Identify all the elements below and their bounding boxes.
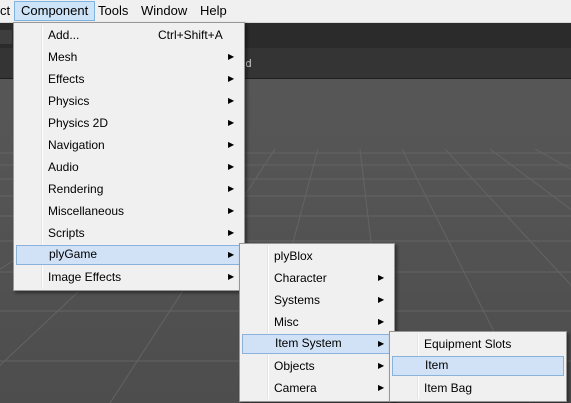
submenu-arrow-icon: ▶ <box>228 74 235 83</box>
submenu-arrow-icon: ▶ <box>228 96 235 105</box>
menu-help[interactable]: Help <box>194 1 233 21</box>
submenu-arrow-icon: ▶ <box>378 295 385 304</box>
menu-tools[interactable]: Tools <box>92 1 134 21</box>
submenu-arrow-icon: ▶ <box>228 206 235 215</box>
submenu-arrow-icon: ▶ <box>228 228 235 237</box>
menu-item-item-system[interactable]: Item System ▶ <box>242 334 392 354</box>
menu-item-equipment-slots[interactable]: Equipment Slots <box>392 334 564 354</box>
menu-item-item[interactable]: Item <box>392 356 564 376</box>
submenu-arrow-icon: ▶ <box>228 184 235 193</box>
submenu-arrow-icon: ▶ <box>378 273 385 282</box>
menu-item-scripts[interactable]: Scripts ▶ <box>16 223 242 243</box>
menu-item-mesh[interactable]: Mesh ▶ <box>16 47 242 67</box>
menu-component[interactable]: Component <box>14 1 96 21</box>
menu-item-add[interactable]: Add... Ctrl+Shift+A <box>16 25 242 45</box>
shortcut-text: Ctrl+Shift+A <box>158 28 223 42</box>
menu-item-plygame[interactable]: plyGame ▶ <box>16 245 242 265</box>
submenu-arrow-icon: ▶ <box>228 140 235 149</box>
menu-item-effects[interactable]: Effects ▶ <box>16 69 242 89</box>
submenu-arrow-icon: ▶ <box>228 250 235 259</box>
toolbar-button-fragment <box>0 30 12 44</box>
menu-item-miscellaneous[interactable]: Miscellaneous ▶ <box>16 201 242 221</box>
menu-bar: ct Component Tools Window Help <box>0 0 571 23</box>
submenu-arrow-icon: ▶ <box>378 383 385 392</box>
menu-item-character[interactable]: Character ▶ <box>242 268 392 288</box>
menu-item-objects[interactable]: Objects ▶ <box>242 356 392 376</box>
submenu-arrow-icon: ▶ <box>378 317 385 326</box>
submenu-arrow-icon: ▶ <box>228 52 235 61</box>
component-menu: Add... Ctrl+Shift+A Mesh ▶ Effects ▶ Phy… <box>13 22 245 291</box>
menu-item-rendering[interactable]: Rendering ▶ <box>16 179 242 199</box>
menu-item-physics-2d[interactable]: Physics 2D ▶ <box>16 113 242 133</box>
submenu-arrow-icon: ▶ <box>228 272 235 281</box>
submenu-arrow-icon: ▶ <box>378 339 385 348</box>
plygame-submenu: plyBlox Character ▶ Systems ▶ Misc ▶ Ite… <box>239 243 395 402</box>
menu-window[interactable]: Window <box>135 1 193 21</box>
menu-item-physics[interactable]: Physics ▶ <box>16 91 242 111</box>
menu-item-image-effects[interactable]: Image Effects ▶ <box>16 267 242 287</box>
menu-item-camera[interactable]: Camera ▶ <box>242 378 392 398</box>
item-system-submenu: Equipment Slots Item Item Bag <box>389 331 567 402</box>
menu-item-systems[interactable]: Systems ▶ <box>242 290 392 310</box>
submenu-arrow-icon: ▶ <box>228 162 235 171</box>
menu-item-navigation[interactable]: Navigation ▶ <box>16 135 242 155</box>
menu-item-misc[interactable]: Misc ▶ <box>242 312 392 332</box>
submenu-arrow-icon: ▶ <box>228 118 235 127</box>
menu-item-plyblox[interactable]: plyBlox <box>242 246 392 266</box>
menu-item-item-bag[interactable]: Item Bag <box>392 378 564 398</box>
menu-item-audio[interactable]: Audio ▶ <box>16 157 242 177</box>
submenu-arrow-icon: ▶ <box>378 361 385 370</box>
